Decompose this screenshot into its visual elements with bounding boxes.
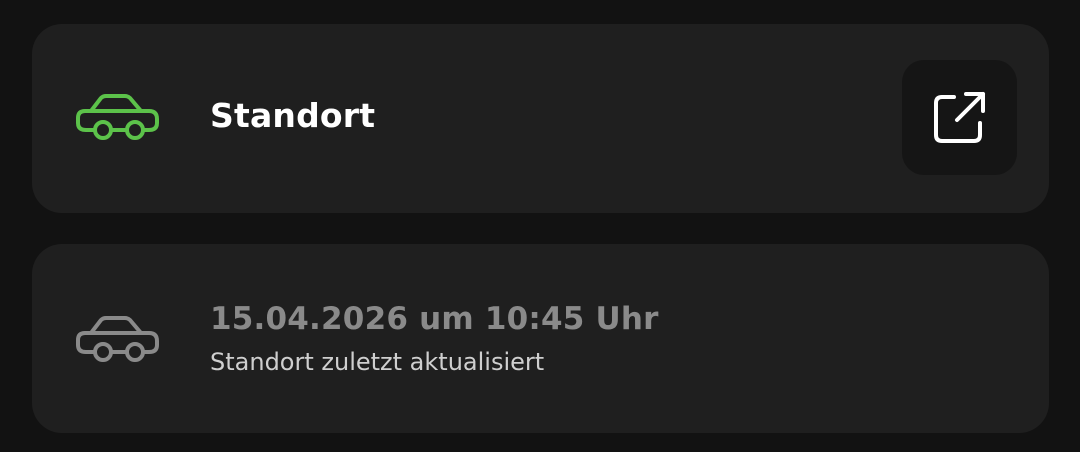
last-updated-card: 15.04.2026 um 10:45 Uhr Standort zuletzt…: [32, 244, 1049, 433]
location-title: Standort: [210, 96, 376, 135]
last-updated-label: Standort zuletzt aktualisiert: [210, 348, 545, 376]
car-icon: [73, 90, 161, 144]
car-icon: [73, 312, 161, 366]
last-updated-timestamp: 15.04.2026 um 10:45 Uhr: [210, 301, 659, 337]
open-location-button[interactable]: [902, 60, 1017, 175]
location-card: Standort: [32, 24, 1049, 213]
open-external-icon: [934, 92, 985, 143]
